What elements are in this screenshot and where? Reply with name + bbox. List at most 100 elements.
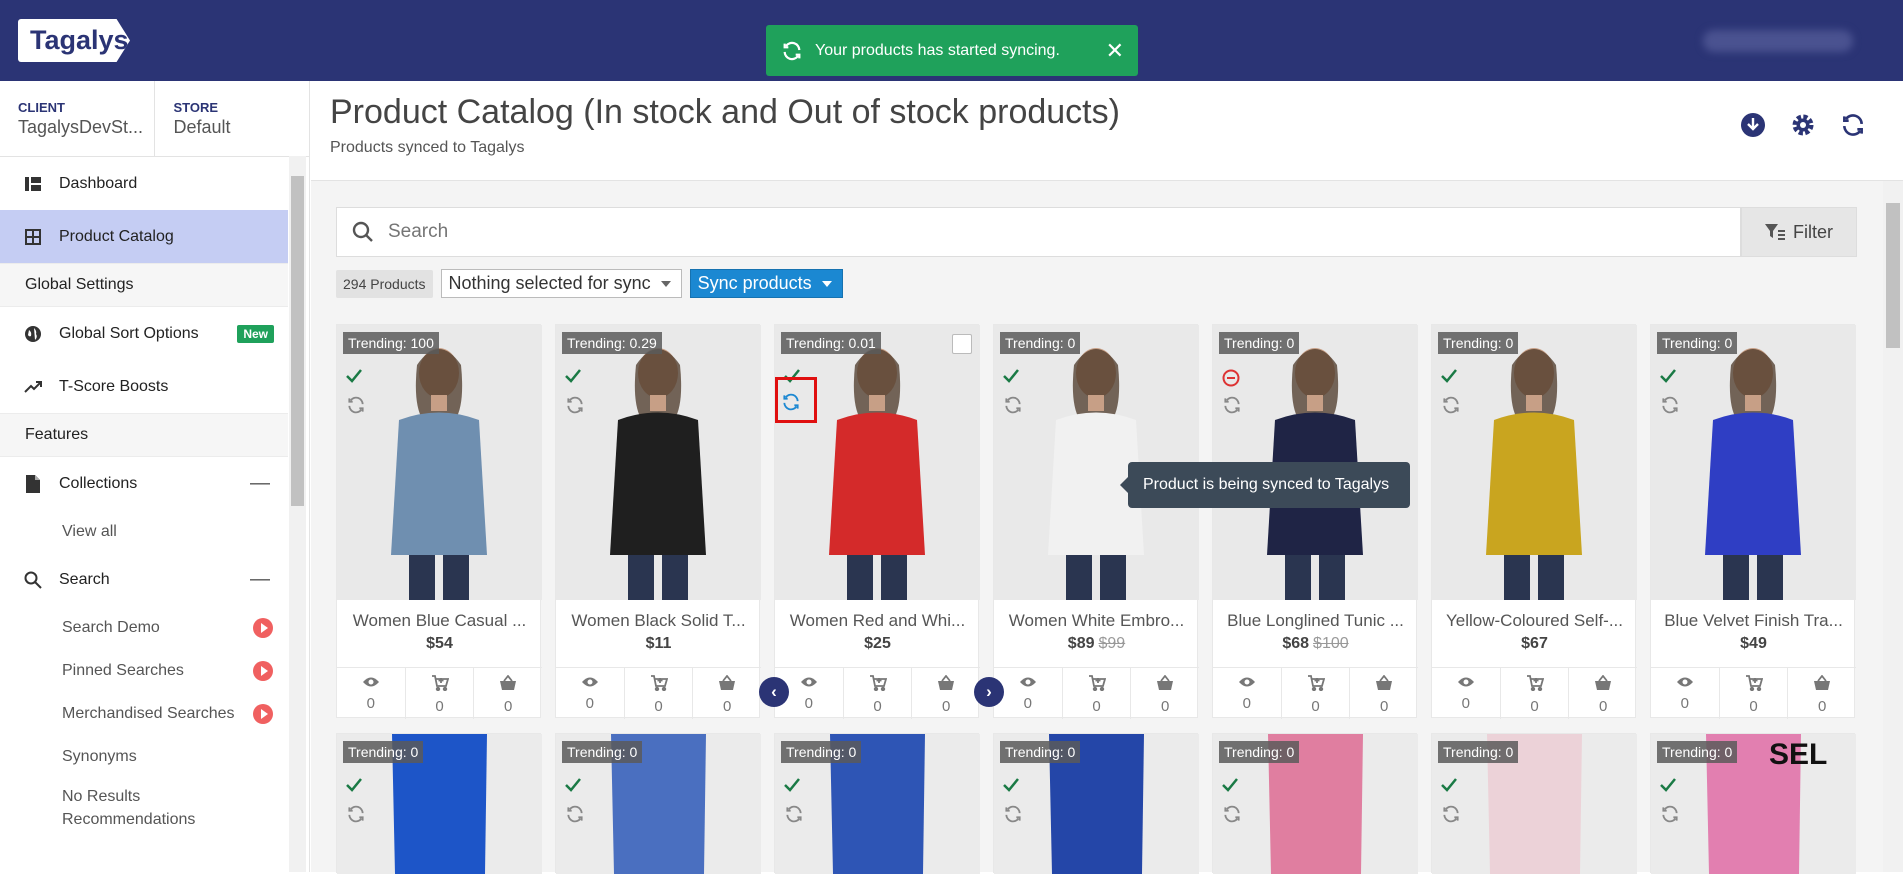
sidebar-item-pinned-searches[interactable]: Pinned Searches [0, 649, 288, 692]
sync-status-icon[interactable] [1003, 804, 1021, 823]
sidebar-item-tscore-boosts[interactable]: T-Score Boosts [0, 360, 288, 413]
play-icon[interactable] [253, 660, 273, 681]
product-image-wrap[interactable]: SEL Trending: 0 [1651, 734, 1856, 874]
collapse-icon[interactable]: — [250, 568, 270, 591]
sidebar-item-label: Search [59, 570, 110, 588]
sync-status-icon[interactable] [1660, 395, 1678, 414]
product-card[interactable]: Trending: 0 [555, 733, 761, 874]
sync-status-icon[interactable] [1222, 804, 1240, 823]
product-card[interactable]: Trending: 100 Women Blue Casual ... $54 0 0 0 [336, 324, 542, 719]
sidebar-item-merchandised-searches[interactable]: Merchandised Searches [0, 692, 288, 735]
product-name[interactable]: Blue Velvet Finish Tra... [1651, 611, 1856, 631]
sidebar-item-global-sort[interactable]: Global Sort Options New [0, 307, 288, 360]
product-name[interactable]: Women Black Solid T... [556, 611, 761, 631]
buys-count: 0 [942, 698, 951, 715]
filter-button[interactable]: Filter [1741, 207, 1857, 257]
sync-status-icon[interactable] [1441, 395, 1459, 414]
product-card[interactable]: Trending: 0 Blue Velvet Finish Tra... $49 0… [1650, 324, 1856, 719]
product-image-wrap[interactable]: Trending: 0.29 [556, 325, 761, 600]
sync-status-icon[interactable] [784, 804, 802, 823]
page-title: Product Catalog (In stock and Out of sto… [330, 93, 1120, 131]
download-icon[interactable] [1739, 111, 1767, 139]
trending-badge: Trending: 0.29 [562, 332, 662, 354]
collapse-icon[interactable]: — [250, 472, 270, 495]
product-name[interactable]: Women Red and Whi... [775, 611, 980, 631]
sync-selection-dropdown[interactable]: Nothing selected for sync [440, 269, 682, 298]
product-image-wrap[interactable]: Trending: 0 [1213, 734, 1418, 874]
original-price: $99 [1098, 635, 1126, 652]
product-image-wrap[interactable]: Trending: 0.01 [775, 325, 980, 600]
refresh-icon[interactable] [1839, 111, 1867, 139]
add-to-cart-stat: 0 [1501, 668, 1570, 719]
product-image-wrap[interactable]: Trending: 0 [994, 734, 1199, 874]
page-subtitle: Products synced to Tagalys [330, 139, 525, 156]
sync-products-button[interactable]: Sync products [689, 269, 843, 298]
check-icon [1660, 778, 1678, 796]
sync-icon [783, 41, 801, 60]
product-image-wrap[interactable]: Trending: 100 [337, 325, 542, 600]
sidebar-item-no-results[interactable]: No Results Recommendations [0, 778, 288, 838]
product-image-wrap[interactable]: Trending: 0 [1432, 734, 1637, 874]
prev-image-button[interactable]: ‹ [759, 677, 789, 707]
product-card[interactable]: Trending: 0 Blue Longlined Tunic ... $68 $1… [1212, 324, 1418, 719]
product-card[interactable]: Trending: 0.01 Women Red and Whi... $25 0 0 0 [774, 324, 980, 719]
sync-status-icon[interactable] [565, 804, 583, 823]
product-card[interactable]: Trending: 0 [774, 733, 980, 874]
settings-gear-icon[interactable] [1789, 111, 1817, 139]
product-card[interactable]: SEL Trending: 0 [1650, 733, 1856, 874]
search-input[interactable] [388, 221, 1638, 243]
chevron-down-icon [660, 280, 671, 287]
sync-status-icon[interactable] [1660, 804, 1678, 823]
product-stats: 0 0 0 [994, 667, 1199, 719]
product-image-wrap[interactable]: Trending: 0 [1651, 325, 1856, 600]
product-card[interactable]: Trending: 0 [993, 733, 1199, 874]
main-scrollbar[interactable] [1883, 181, 1903, 872]
product-image-wrap[interactable]: Trending: 0 [775, 734, 980, 874]
product-card[interactable]: Trending: 0.29 Women Black Solid T... $11 0… [555, 324, 761, 719]
sidebar-item-view-all[interactable]: View all [0, 510, 288, 553]
tagalys-logo[interactable]: Tagalys [18, 19, 130, 62]
next-image-button[interactable]: › [974, 677, 1004, 707]
sync-status-icon[interactable] [565, 395, 583, 414]
sidebar-item-collections[interactable]: Collections — [0, 457, 288, 510]
product-name[interactable]: Yellow-Coloured Self-... [1432, 611, 1637, 631]
sync-status-icon[interactable] [1441, 804, 1459, 823]
main-content: Product Catalog (In stock and Out of sto… [311, 81, 1903, 874]
sync-status-icon[interactable] [1222, 395, 1240, 414]
trending-badge: Trending: 0 [1438, 332, 1519, 354]
buys-count: 0 [1161, 698, 1170, 715]
play-icon[interactable] [253, 703, 273, 724]
select-checkbox[interactable] [952, 334, 972, 354]
product-card[interactable]: Trending: 0 [1212, 733, 1418, 874]
scrollbar-thumb[interactable] [1886, 203, 1900, 348]
product-price: $89 $99 [1067, 635, 1126, 652]
product-card[interactable]: Trending: 0 Women White Embro... $89 $99 0 0 0 [993, 324, 1199, 719]
sidebar-item-search[interactable]: Search — [0, 553, 288, 606]
product-image-wrap[interactable]: Trending: 0 [1432, 325, 1637, 600]
product-name[interactable]: Women Blue Casual ... [337, 611, 542, 631]
toast-close-button[interactable]: ✕ [1106, 38, 1124, 64]
scrollbar-thumb[interactable] [291, 176, 304, 506]
product-name[interactable]: Women White Embro... [994, 611, 1199, 631]
basket-icon [499, 674, 517, 695]
play-icon[interactable] [253, 617, 273, 638]
sidebar-scrollbar[interactable] [289, 156, 306, 872]
product-card[interactable]: Trending: 0 [336, 733, 542, 874]
sync-status-icon[interactable] [1003, 395, 1021, 414]
sidebar-item-dashboard[interactable]: Dashboard [0, 157, 288, 210]
store-selector[interactable]: STORE Default [155, 81, 310, 156]
product-name[interactable]: Blue Longlined Tunic ... [1213, 611, 1418, 631]
product-stats: 0 0 0 [337, 667, 542, 719]
sidebar-item-search-demo[interactable]: Search Demo [0, 606, 288, 649]
sidebar-item-synonyms[interactable]: Synonyms [0, 735, 288, 778]
sync-status-icon[interactable] [346, 395, 364, 414]
sidebar-item-product-catalog[interactable]: Product Catalog [0, 210, 288, 263]
product-image-wrap[interactable]: Trending: 0 [556, 734, 761, 874]
product-image-wrap[interactable]: Trending: 0 [337, 734, 542, 874]
views-stat: 0 [1651, 668, 1720, 719]
client-selector[interactable]: CLIENT TagalysDevSt... [0, 81, 155, 156]
user-menu[interactable] [1703, 30, 1853, 52]
sync-status-icon[interactable] [346, 804, 364, 823]
product-card[interactable]: Trending: 0 Yellow-Coloured Self-... $67 0 0… [1431, 324, 1637, 719]
product-card[interactable]: Trending: 0 [1431, 733, 1637, 874]
